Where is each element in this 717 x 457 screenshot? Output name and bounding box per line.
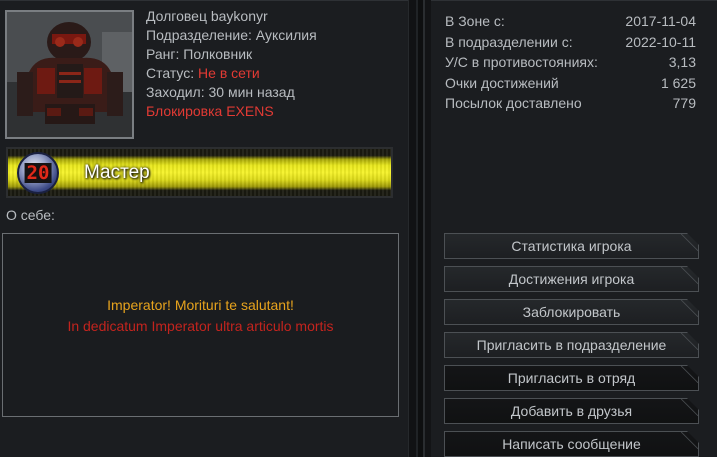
block-note: Блокировка EXENS: [146, 103, 274, 119]
exoskeleton-avatar-image: [7, 12, 132, 137]
actions-panel: В Зоне с: 2017-11-04 В подразделении с: 20…: [431, 0, 717, 457]
player-division: Подразделение: Ауксилия: [146, 27, 317, 43]
stat-value: 2022-10-11: [625, 33, 696, 50]
stat-value: 1 625: [660, 74, 696, 91]
player-stats: В Зоне с: 2017-11-04 В подразделении с: 20…: [445, 11, 696, 114]
add-friend-button[interactable]: Добавить в друзья: [444, 398, 699, 424]
rank-badge-number: 20: [24, 162, 52, 184]
stat-value: 3,13: [668, 54, 696, 70]
stat-row: Посылок доставлено 779: [445, 93, 696, 114]
stat-row: Очки достижений 1 625: [445, 73, 696, 94]
bottom-strip: [0, 429, 408, 457]
about-line-1: Imperator! Morituri te salutant!: [107, 297, 294, 313]
action-buttons: Статистика игрока Достижения игрока Забл…: [444, 233, 699, 457]
stat-row: В Зоне с: 2017-11-04: [445, 11, 696, 32]
profile-panel: Долговец baykonyr Подразделение: Ауксили…: [0, 0, 408, 457]
last-seen: Заходил: 30 мин назад: [146, 84, 295, 100]
invite-to-squad-button[interactable]: Пригласить в отряд: [444, 365, 699, 391]
block-player-button[interactable]: Заблокировать: [444, 299, 699, 325]
send-message-button[interactable]: Написать сообщение: [444, 431, 699, 457]
stat-label: В подразделении с:: [445, 33, 573, 50]
player-name: Долговец baykonyr: [146, 8, 268, 24]
avatar: [5, 10, 134, 139]
rank-badge-icon: 20: [17, 152, 59, 194]
about-label: О себе:: [6, 207, 55, 223]
status-value: Не в сети: [198, 65, 260, 81]
profile-info: Долговец baykonyr Подразделение: Ауксили…: [146, 7, 317, 121]
rank-bar: 20 Мастер: [6, 147, 393, 198]
panel-divider: [408, 0, 431, 457]
stat-row: У/С в противостояниях: 3,13: [445, 52, 696, 73]
status-label: Статус:: [146, 65, 199, 81]
rank-title: Мастер: [84, 162, 150, 183]
stat-label: У/С в противостояниях:: [445, 54, 598, 70]
player-achievements-button[interactable]: Достижения игрока: [444, 266, 699, 292]
stat-label: Посылок доставлено: [445, 95, 582, 111]
invite-to-division-button[interactable]: Пригласить в подразделение: [444, 332, 699, 358]
stat-row: В подразделении с: 2022-10-11: [445, 32, 696, 53]
about-line-2: In dedicatum Imperator ultra articulo mo…: [67, 318, 334, 334]
about-box: Imperator! Morituri te salutant! In dedi…: [2, 233, 399, 417]
stat-label: Очки достижений: [445, 74, 559, 91]
stat-label: В Зоне с:: [445, 13, 505, 29]
player-status: Статус: Не в сети: [146, 64, 317, 83]
stat-value: 2017-11-04: [625, 13, 696, 29]
stat-value: 779: [672, 95, 696, 111]
player-stats-button[interactable]: Статистика игрока: [444, 233, 699, 259]
player-rank: Ранг: Полковник: [146, 46, 253, 62]
